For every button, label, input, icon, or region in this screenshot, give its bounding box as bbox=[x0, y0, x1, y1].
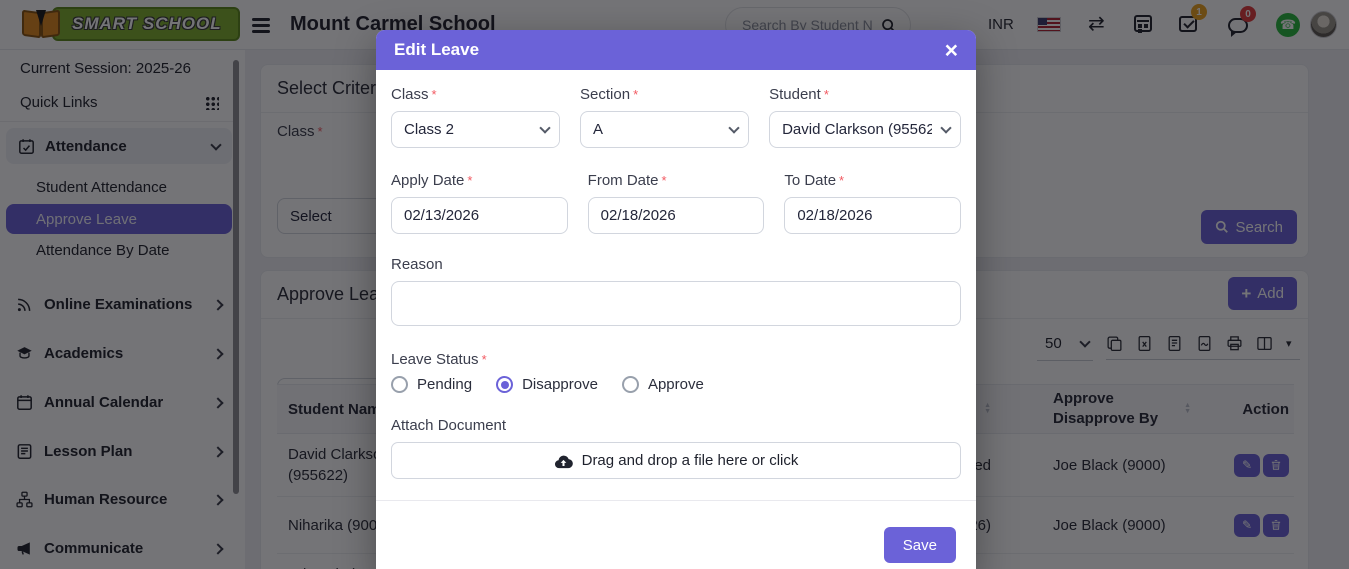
from-date-field: From Date* 02/18/2026 bbox=[588, 172, 765, 234]
leave-status-field: Leave Status* Pending Disapprove Approve bbox=[376, 351, 976, 393]
class-select[interactable]: Class 2 bbox=[391, 111, 560, 148]
apply-date-input[interactable]: 02/13/2026 bbox=[391, 197, 568, 234]
chevron-down-icon bbox=[932, 112, 960, 147]
class-field: Class* Class 2 bbox=[391, 86, 560, 148]
attach-document-field: Attach Document Drag and drop a file her… bbox=[376, 417, 976, 479]
apply-date-field: Apply Date* 02/13/2026 bbox=[391, 172, 568, 234]
radio-circle bbox=[622, 376, 639, 393]
modal-title: Edit Leave bbox=[394, 40, 945, 60]
modal-header: Edit Leave × bbox=[376, 30, 976, 70]
radio-circle bbox=[391, 376, 408, 393]
attach-document-label: Attach Document bbox=[391, 417, 961, 434]
reason-label: Reason bbox=[391, 256, 961, 273]
radio-approve[interactable]: Approve bbox=[622, 376, 704, 393]
student-field: Student* David Clarkson (955622) bbox=[769, 86, 961, 148]
required-asterisk: * bbox=[432, 87, 437, 102]
radio-pending[interactable]: Pending bbox=[391, 376, 472, 393]
from-date-input[interactable]: 02/18/2026 bbox=[588, 197, 765, 234]
radio-disapprove[interactable]: Disapprove bbox=[496, 376, 598, 393]
cloud-upload-icon bbox=[554, 453, 573, 469]
reason-input[interactable] bbox=[391, 281, 961, 326]
to-date-field: To Date* 02/18/2026 bbox=[784, 172, 961, 234]
radio-circle bbox=[496, 376, 513, 393]
required-asterisk: * bbox=[839, 173, 844, 188]
section-select[interactable]: A bbox=[580, 111, 749, 148]
required-asterisk: * bbox=[662, 173, 667, 188]
section-field: Section* A bbox=[580, 86, 749, 148]
required-asterisk: * bbox=[824, 87, 829, 102]
close-icon[interactable]: × bbox=[945, 39, 958, 62]
to-date-input[interactable]: 02/18/2026 bbox=[784, 197, 961, 234]
chevron-down-icon bbox=[720, 112, 748, 147]
leave-status-label: Leave Status* bbox=[391, 351, 961, 368]
required-asterisk: * bbox=[633, 87, 638, 102]
modal-footer: Save bbox=[376, 500, 976, 569]
required-asterisk: * bbox=[482, 352, 487, 367]
reason-field: Reason bbox=[376, 256, 976, 331]
required-asterisk: * bbox=[467, 173, 472, 188]
save-button[interactable]: Save bbox=[884, 527, 956, 563]
app-window: SMART SCHOOL Mount Carmel School INR ⇄ 1… bbox=[0, 0, 1349, 569]
edit-leave-modal: Edit Leave × Class* Class 2 Section* A S… bbox=[376, 30, 976, 569]
file-dropzone[interactable]: Drag and drop a file here or click bbox=[391, 442, 961, 479]
chevron-down-icon bbox=[531, 112, 559, 147]
student-select[interactable]: David Clarkson (955622) bbox=[769, 111, 961, 148]
